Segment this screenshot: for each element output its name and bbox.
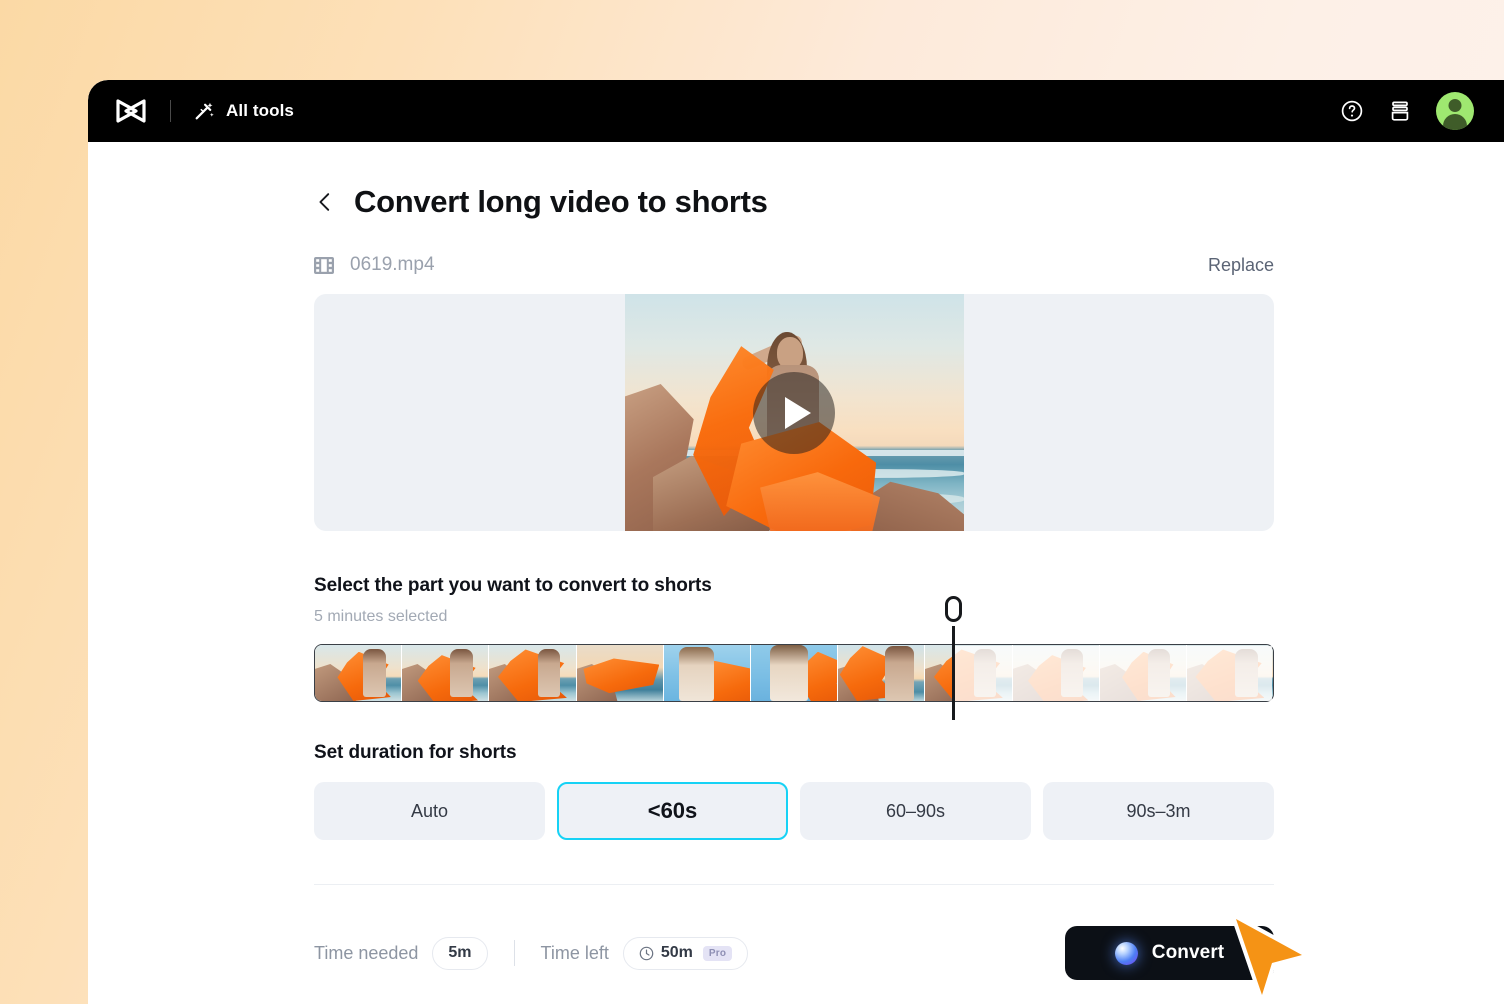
topbar-divider <box>170 100 171 122</box>
timeline-frame <box>402 645 489 701</box>
timeline-track[interactable] <box>314 644 1274 702</box>
page-header: Convert long video to shorts <box>314 142 1274 220</box>
all-tools-label: All tools <box>226 101 294 121</box>
timeline-frame <box>1013 645 1100 701</box>
footer-divider <box>314 884 1274 885</box>
duration-option-label: <60s <box>648 798 698 824</box>
duration-option-label: Auto <box>411 801 448 822</box>
timeline-frame <box>1100 645 1187 701</box>
avatar-body <box>1443 114 1467 130</box>
timeline-frame <box>1187 645 1273 701</box>
playhead-handle[interactable] <box>945 596 962 622</box>
file-name: 0619.mp4 <box>350 254 435 276</box>
app-window: All tools <box>88 80 1504 1004</box>
play-button[interactable] <box>753 372 835 454</box>
duration-option-auto[interactable]: Auto <box>314 782 545 840</box>
play-icon <box>785 397 811 429</box>
timeline-frame <box>751 645 838 701</box>
avatar-head <box>1449 99 1462 112</box>
top-bar: All tools <box>88 80 1504 142</box>
avatar[interactable] <box>1436 92 1474 130</box>
pro-badge: Pro <box>703 946 732 961</box>
footer-bar: Time needed 5m Time left 50m Pro Conver <box>314 927 1274 979</box>
timeline-frame <box>577 645 664 701</box>
capcut-logo[interactable] <box>114 98 148 124</box>
file-row: 0619.mp4 Replace <box>314 254 1274 276</box>
time-left-text: 50m <box>661 944 693 962</box>
duration-options: Auto <60s 60–90s 90s–3m <box>314 782 1274 840</box>
replace-button[interactable]: Replace <box>1208 255 1274 276</box>
archive-box-icon[interactable] <box>1388 99 1412 123</box>
duration-heading: Set duration for shorts <box>314 742 1274 764</box>
time-left-label: Time left <box>541 943 609 964</box>
time-needed-label: Time needed <box>314 943 418 964</box>
all-tools-button[interactable]: All tools <box>193 100 294 122</box>
duration-option-under-60s[interactable]: <60s <box>557 782 788 840</box>
timeline-frame <box>664 645 751 701</box>
timeline-wrapper <box>314 644 1274 702</box>
timeline-frame <box>489 645 576 701</box>
convert-button-label: Convert <box>1152 942 1225 964</box>
person-head <box>777 337 803 369</box>
select-part-heading: Select the part you want to convert to s… <box>314 575 1274 597</box>
video-thumbnail <box>625 294 964 531</box>
content-inner: Convert long video to shorts 0619.mp4 Re… <box>314 142 1274 979</box>
timeline-frame <box>838 645 925 701</box>
duration-option-90s-3m[interactable]: 90s–3m <box>1043 782 1274 840</box>
duration-option-label: 60–90s <box>886 801 945 822</box>
page-title: Convert long video to shorts <box>354 184 768 220</box>
minutes-selected-label: 5 minutes selected <box>314 608 1274 626</box>
magic-wand-icon <box>193 100 215 122</box>
film-strip-icon <box>314 257 334 274</box>
help-circle-icon[interactable] <box>1340 99 1364 123</box>
time-left-value: 50m Pro <box>623 937 748 970</box>
time-needed-text: 5m <box>448 944 471 962</box>
main-content: Convert long video to shorts 0619.mp4 Re… <box>88 142 1504 1004</box>
convert-button[interactable]: Convert <box>1065 926 1274 980</box>
chevron-left-icon[interactable] <box>314 191 336 213</box>
duration-option-label: 90s–3m <box>1126 801 1190 822</box>
time-needed-value: 5m <box>432 937 487 970</box>
gradient-orb-icon <box>1115 942 1138 965</box>
timeline-frame <box>925 645 1012 701</box>
video-preview[interactable] <box>314 294 1274 531</box>
footer-separator <box>514 940 515 966</box>
duration-option-60-90s[interactable]: 60–90s <box>800 782 1031 840</box>
clock-icon <box>639 946 654 961</box>
timeline-frame <box>315 645 402 701</box>
topbar-actions <box>1340 92 1474 130</box>
